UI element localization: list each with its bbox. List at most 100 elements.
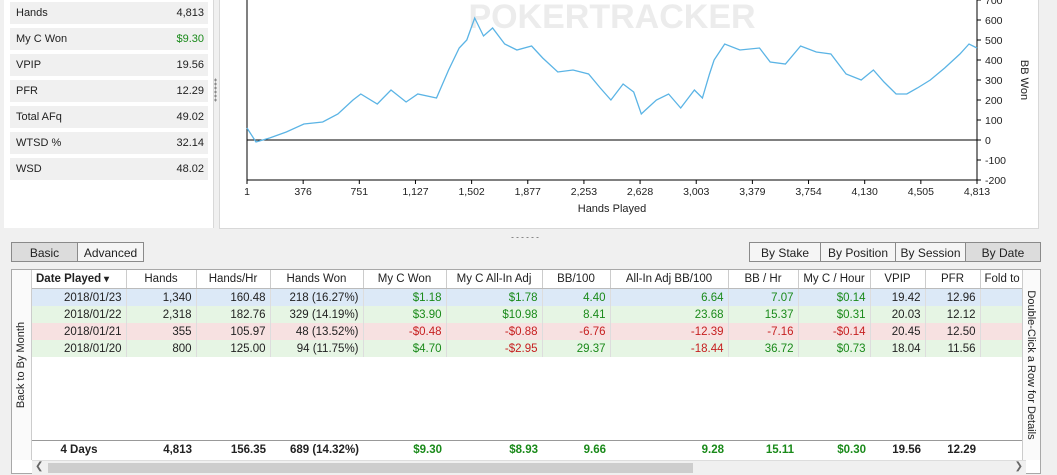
column-header[interactable]: All-In Adj BB/100 bbox=[610, 270, 729, 289]
stat-row: WTSD % 32.14 bbox=[10, 132, 208, 154]
stat-value: 48.02 bbox=[176, 163, 204, 175]
back-to-by-month-button[interactable]: Back to By Month bbox=[12, 270, 32, 460]
column-header[interactable]: BB / Hr bbox=[728, 270, 799, 289]
totals-cell: 156.35 bbox=[230, 444, 266, 456]
table-cell: 2,318 bbox=[126, 306, 197, 323]
y-tick-label: 0 bbox=[985, 135, 991, 147]
table-cell: -$0.48 bbox=[363, 323, 447, 340]
tab-by-session[interactable]: By Session bbox=[895, 242, 966, 262]
scroll-right-icon[interactable]: ❯ bbox=[1015, 461, 1023, 472]
table-cell: $0.73 bbox=[798, 340, 871, 357]
column-header[interactable]: Hands/Hr bbox=[196, 270, 271, 289]
table-cell: 29.37 bbox=[542, 340, 611, 357]
table-row[interactable]: 2018/01/20 800 125.00 94 (11.75%) $4.70 -$2.9… bbox=[32, 340, 1027, 357]
totals-cell: $9.30 bbox=[413, 444, 442, 456]
double-click-hint-label: Double-Click a Row for Details bbox=[1025, 290, 1037, 440]
totals-row: 4 Days 4,813 156.35 689 (14.32%) $9.30 $8.93 9… bbox=[32, 440, 1026, 459]
table-cell: 23.68 bbox=[610, 306, 729, 323]
totals-cell: 4,813 bbox=[163, 444, 192, 456]
table-cell: 94 (11.75%) bbox=[270, 340, 364, 357]
table-cell: -18.44 bbox=[610, 340, 729, 357]
stat-label: WSD bbox=[16, 163, 42, 175]
table-cell: 182.76 bbox=[196, 306, 271, 323]
basic-view-button[interactable]: Basic bbox=[11, 242, 78, 262]
scrollbar-thumb[interactable] bbox=[48, 463, 693, 473]
table-cell: 7.07 bbox=[728, 288, 799, 306]
column-header[interactable]: BB/100 bbox=[542, 270, 611, 289]
table-cell: 2018/01/20 bbox=[32, 340, 127, 357]
y-tick-label: -100 bbox=[985, 155, 1006, 167]
totals-cell bbox=[980, 441, 1026, 459]
table-cell: 12.12 bbox=[925, 306, 981, 323]
table-cell: 105.97 bbox=[196, 323, 271, 340]
stat-row: Total AFq 49.02 bbox=[10, 106, 208, 128]
stat-row: PFR 12.29 bbox=[10, 80, 208, 102]
vertical-splitter-grip[interactable] bbox=[214, 78, 217, 102]
y-tick-label: 400 bbox=[985, 55, 1003, 67]
table-cell: 329 (14.19%) bbox=[270, 306, 364, 323]
bb-won-series-line bbox=[246, 16, 978, 143]
table-cell: -7.16 bbox=[728, 323, 799, 340]
totals-cell: 12.29 bbox=[947, 444, 976, 456]
summary-stats-panel: Hands 4,813 My C Won $9.30 VPIP 19.56 PFR 12.29… bbox=[4, 0, 214, 228]
bb-won-line-chart: POKERTRACKER 1 376 751 1,127 1,502 1,877 2,253 2… bbox=[244, 0, 1030, 215]
column-header[interactable]: PFR bbox=[925, 270, 981, 289]
table-cell: -$0.14 bbox=[798, 323, 871, 340]
y-tick-label: -200 bbox=[985, 175, 1006, 187]
totals-cell: 15.11 bbox=[765, 444, 794, 456]
table-cell: 36.72 bbox=[728, 340, 799, 357]
advanced-view-button[interactable]: Advanced bbox=[77, 242, 144, 262]
y-axis-title: BB Won bbox=[1018, 60, 1030, 100]
stat-value: 12.29 bbox=[176, 85, 204, 97]
column-header-date-played-sorted[interactable]: Date Played ▾ bbox=[32, 270, 127, 289]
stat-label: PFR bbox=[16, 85, 38, 97]
totals-cell: 9.28 bbox=[701, 444, 724, 456]
x-tick-label: 1 bbox=[244, 186, 250, 198]
date-played-header-label: Date Played bbox=[36, 273, 102, 285]
totals-label: 4 Days bbox=[60, 444, 98, 456]
scroll-left-icon[interactable]: ❮ bbox=[35, 461, 43, 472]
column-header[interactable]: Fold to bbox=[980, 270, 1027, 289]
tab-by-stake[interactable]: By Stake bbox=[749, 242, 821, 262]
table-cell: $4.70 bbox=[363, 340, 447, 357]
horizontal-scrollbar[interactable]: ❮ ❯ bbox=[32, 460, 1026, 475]
table-row[interactable]: 2018/01/23 1,340 160.48 218 (16.27%) $1.18 $1… bbox=[32, 288, 1027, 306]
x-tick-label: 4,505 bbox=[908, 186, 934, 198]
column-header[interactable]: My C / Hour bbox=[798, 270, 871, 289]
tab-by-date[interactable]: By Date bbox=[965, 242, 1041, 262]
y-tick-label: 600 bbox=[985, 15, 1003, 27]
table-row[interactable]: 2018/01/22 2,318 182.76 329 (14.19%) $3.90 $1… bbox=[32, 306, 1027, 323]
table-cell: 2018/01/21 bbox=[32, 323, 127, 340]
tab-by-position[interactable]: By Position bbox=[820, 242, 896, 262]
x-tick-label: 4,813 bbox=[964, 186, 990, 198]
stat-label: Hands bbox=[16, 7, 48, 19]
table-row[interactable]: 2018/01/21 355 105.97 48 (13.52%) -$0.48 -$0.… bbox=[32, 323, 1027, 340]
column-header[interactable]: VPIP bbox=[870, 270, 926, 289]
column-header[interactable]: My C Won bbox=[363, 270, 447, 289]
y-tick-label: 300 bbox=[985, 75, 1003, 87]
stat-label: Total AFq bbox=[16, 111, 62, 123]
x-tick-label: 3,003 bbox=[683, 186, 709, 198]
column-header[interactable]: Hands bbox=[126, 270, 197, 289]
stat-value: 4,813 bbox=[176, 7, 204, 19]
stat-label: My C Won bbox=[16, 33, 68, 45]
double-click-hint: Double-Click a Row for Details bbox=[1022, 270, 1040, 460]
table-cell: 15.37 bbox=[728, 306, 799, 323]
x-tick-label: 1,877 bbox=[515, 186, 541, 198]
x-tick-label: 751 bbox=[351, 186, 369, 198]
x-tick-label: 4,130 bbox=[852, 186, 878, 198]
stat-value: $9.30 bbox=[176, 33, 204, 45]
x-tick-label: 376 bbox=[294, 186, 312, 198]
table-cell: -12.39 bbox=[610, 323, 729, 340]
table-cell: 1,340 bbox=[126, 288, 197, 306]
y-tick-label: 200 bbox=[985, 95, 1003, 107]
sort-descending-icon: ▾ bbox=[101, 274, 110, 285]
table-cell: 48 (13.52%) bbox=[270, 323, 364, 340]
column-header[interactable]: My C All-In Adj bbox=[446, 270, 543, 289]
horizontal-splitter-grip[interactable] bbox=[510, 236, 540, 239]
table-cell: $1.78 bbox=[446, 288, 543, 306]
stat-value: 32.14 bbox=[176, 137, 204, 149]
y-tick-label: 700 bbox=[985, 0, 1003, 7]
column-header[interactable]: Hands Won bbox=[270, 270, 364, 289]
table-cell: 6.64 bbox=[610, 288, 729, 306]
